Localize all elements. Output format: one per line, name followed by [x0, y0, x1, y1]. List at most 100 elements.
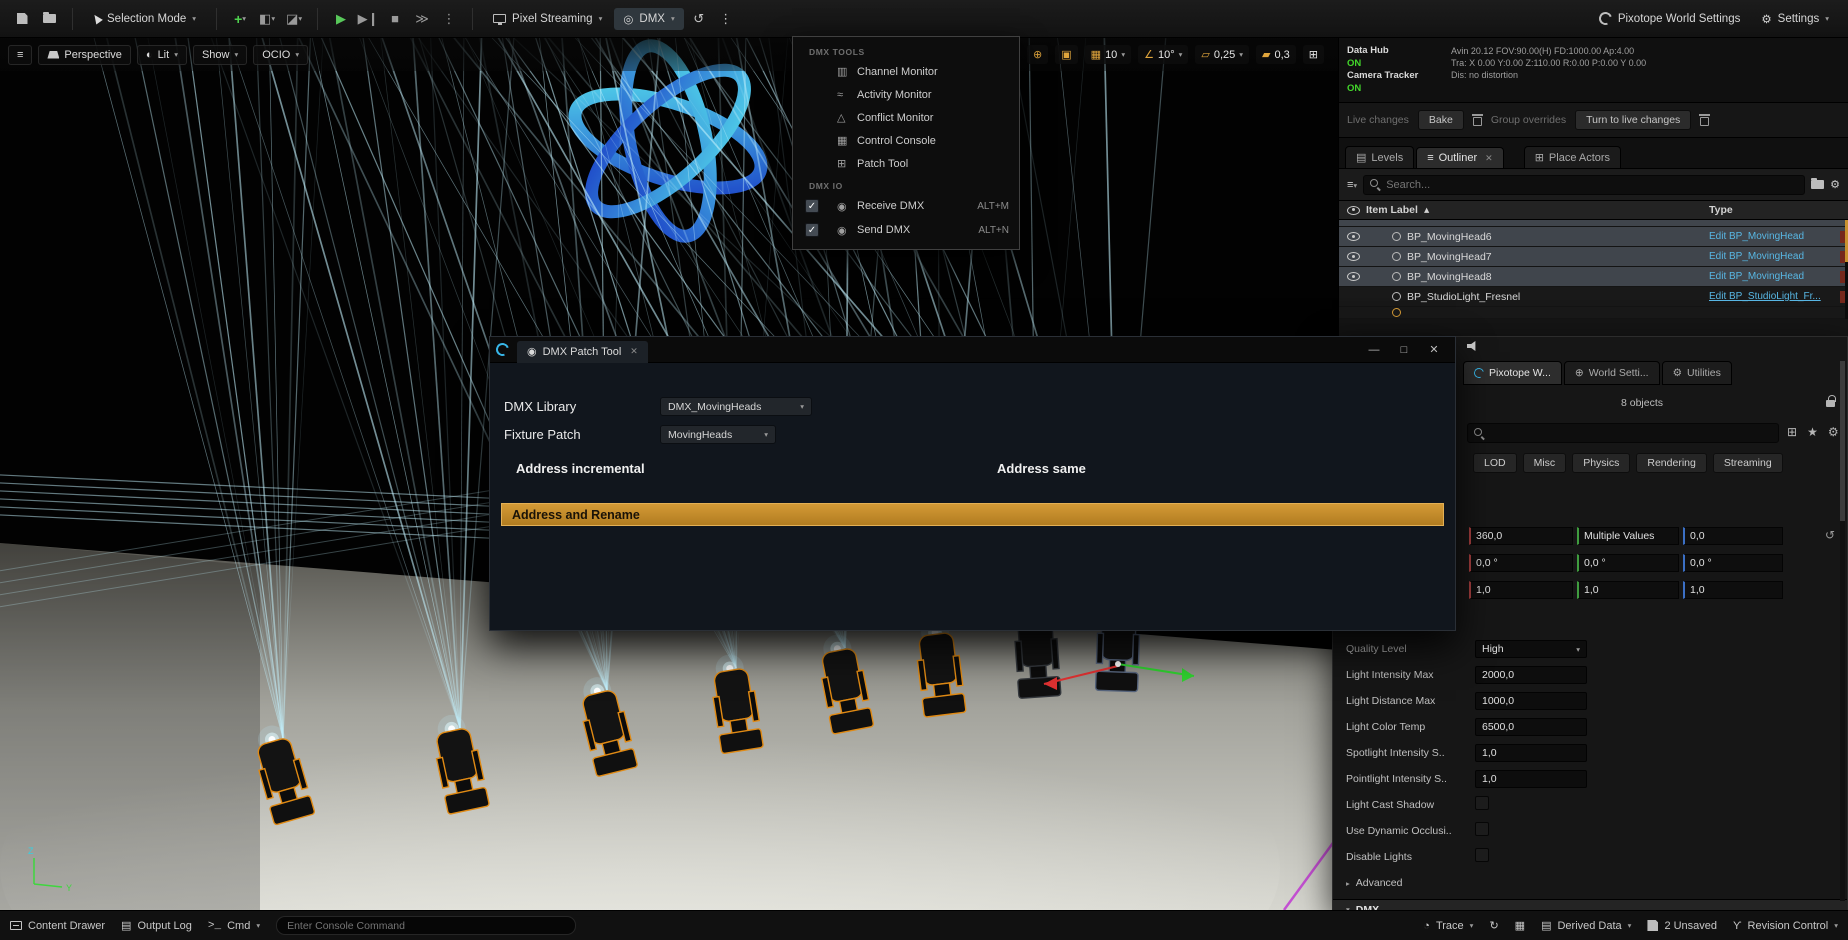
send-dmx-checkbox[interactable]: [805, 223, 819, 237]
rotation-z-field[interactable]: 0,0 °: [1683, 554, 1783, 572]
category-misc[interactable]: Misc: [1523, 453, 1567, 473]
toolbar-overflow-icon[interactable]: ⋮: [714, 6, 738, 32]
details-settings-icon[interactable]: ⚙: [1828, 425, 1839, 439]
type-column[interactable]: Type: [1709, 204, 1733, 216]
address-incremental-header[interactable]: Address incremental: [516, 461, 645, 476]
scale-z-field[interactable]: 1,0: [1683, 581, 1783, 599]
tab-outliner[interactable]: ≡ Outliner ✕: [1416, 147, 1504, 168]
category-streaming[interactable]: Streaming: [1713, 453, 1783, 473]
menu-item-conflict-monitor[interactable]: △ Conflict Monitor: [793, 106, 1019, 129]
save-icon[interactable]: [10, 6, 34, 32]
lit-mode-button[interactable]: ◐ Lit ▾: [137, 45, 187, 65]
rotation-x-field[interactable]: 0,0 °: [1469, 554, 1573, 572]
table-row-partial[interactable]: [1339, 307, 1848, 319]
close-icon[interactable]: ✕: [1485, 153, 1493, 164]
table-row[interactable]: BP_MovingHead8 Edit BP_MovingHead: [1339, 267, 1848, 287]
eye-icon[interactable]: [1347, 252, 1360, 261]
quality-level-dropdown[interactable]: High ▾: [1475, 640, 1587, 658]
filter-icon[interactable]: ≡▾: [1347, 179, 1357, 191]
maximize-button[interactable]: □: [1389, 339, 1419, 361]
reset-transform-icon[interactable]: ↺: [1825, 528, 1835, 542]
details-scrollbar[interactable]: [1840, 361, 1845, 901]
trace-button[interactable]: ◔ Trace ▾: [1423, 920, 1473, 932]
revision-control-button[interactable]: ϒ Revision Control ▾: [1733, 920, 1838, 932]
menu-item-control-console[interactable]: ▦ Control Console: [793, 129, 1019, 152]
stop-button[interactable]: ■: [383, 6, 407, 32]
light-color-temp-field[interactable]: 6500,0: [1475, 718, 1587, 736]
table-row[interactable]: BP_MovingHead7 Edit BP_MovingHead: [1339, 247, 1848, 267]
perspective-button[interactable]: Perspective: [38, 45, 130, 65]
actor-type-link[interactable]: Edit BP_StudioLight_Fr...: [1709, 291, 1821, 302]
light-cast-shadow-checkbox[interactable]: [1475, 796, 1489, 810]
surface-snap-button[interactable]: ▣: [1055, 45, 1077, 64]
fixture-patch-dropdown[interactable]: MovingHeads ▾: [660, 425, 776, 444]
pointlight-intensity-field[interactable]: 1,0: [1475, 770, 1587, 788]
location-x-field[interactable]: 360,0: [1469, 527, 1573, 545]
eye-icon[interactable]: [1347, 272, 1360, 281]
trash-icon[interactable]: [1473, 114, 1482, 126]
pixotope-world-settings-button[interactable]: Pixotope World Settings: [1590, 8, 1750, 29]
grid-snap-button[interactable]: ▦ 10 ▾: [1085, 45, 1131, 64]
lock-icon[interactable]: [1826, 395, 1835, 407]
spotlight-intensity-field[interactable]: 1,0: [1475, 744, 1587, 762]
maximize-viewport-button[interactable]: ⊞: [1303, 45, 1324, 64]
blueprints-button[interactable]: ◧▾: [255, 6, 279, 32]
visibility-column-icon[interactable]: [1347, 206, 1360, 215]
patch-tool-tab[interactable]: ◉ DMX Patch Tool ✕: [517, 341, 648, 363]
tab-pixotope-world[interactable]: Pixotope W...: [1463, 361, 1562, 385]
category-physics[interactable]: Physics: [1572, 453, 1630, 473]
rotation-y-field[interactable]: 0,0 °: [1577, 554, 1679, 572]
content-browser-icon[interactable]: [37, 6, 61, 32]
dmx-button[interactable]: ◎ DMX ▾: [614, 8, 683, 30]
minimize-button[interactable]: —: [1359, 339, 1389, 361]
menu-item-send-dmx[interactable]: ◉ Send DMX ALT+N: [793, 218, 1019, 242]
outliner-settings-icon[interactable]: ⚙: [1830, 178, 1840, 191]
settings-button[interactable]: ⚙ Settings ▾: [1752, 8, 1838, 30]
dynamic-occlusion-checkbox[interactable]: [1475, 822, 1489, 836]
item-label-column[interactable]: Item Label: [1366, 204, 1418, 216]
cinematics-button[interactable]: ◪▾: [282, 6, 306, 32]
scale-snap-button[interactable]: ▱ 0,25 ▾: [1195, 45, 1249, 64]
receive-dmx-checkbox[interactable]: [805, 199, 819, 213]
tab-world-settings[interactable]: ⊕ World Setti...: [1564, 361, 1660, 385]
menu-item-channel-monitor[interactable]: ▥ Channel Monitor: [793, 60, 1019, 83]
outliner-search-box[interactable]: [1363, 175, 1805, 195]
menu-item-patch-tool[interactable]: ⊞ Patch Tool: [793, 152, 1019, 175]
light-distance-max-field[interactable]: 1000,0: [1475, 692, 1587, 710]
world-local-toggle[interactable]: ⊕: [1027, 45, 1048, 64]
frame-skip-button[interactable]: ▶❙: [356, 6, 380, 32]
menu-item-activity-monitor[interactable]: ≈ Activity Monitor: [793, 83, 1019, 106]
address-and-rename-row[interactable]: Address and Rename: [501, 503, 1444, 526]
patch-window-titlebar[interactable]: ◉ DMX Patch Tool ✕ — □ ✕: [490, 337, 1455, 363]
close-icon[interactable]: ✕: [630, 346, 638, 357]
location-z-field[interactable]: 0,0: [1683, 527, 1783, 545]
advanced-expander[interactable]: ▸ Advanced: [1346, 877, 1402, 889]
actor-type-link[interactable]: Edit BP_MovingHead: [1709, 231, 1804, 242]
table-row[interactable]: BP_StudioLight_Fresnel Edit BP_StudioLig…: [1339, 287, 1848, 307]
location-y-field[interactable]: Multiple Values: [1577, 527, 1679, 545]
output-log-button[interactable]: ▤ Output Log: [121, 919, 192, 932]
trash-icon[interactable]: [1700, 114, 1709, 126]
details-search-box[interactable]: [1467, 423, 1779, 443]
history-icon[interactable]: ↺: [687, 6, 711, 32]
scale-y-field[interactable]: 1,0: [1577, 581, 1679, 599]
play-button[interactable]: ▶: [329, 6, 353, 32]
unsaved-button[interactable]: 2 Unsaved: [1647, 920, 1717, 932]
content-drawer-button[interactable]: Content Drawer: [10, 920, 105, 932]
camera-speed-button[interactable]: ▰ 0,3: [1256, 45, 1296, 64]
tab-utilities[interactable]: ⚙ Utilities: [1662, 361, 1732, 385]
table-row[interactable]: BP_MovingHead6 Edit BP_MovingHead: [1339, 227, 1848, 247]
grid-view-icon[interactable]: ⊞: [1787, 425, 1797, 439]
show-flags-button[interactable]: Show ▾: [193, 45, 247, 65]
outliner-search-input[interactable]: [1386, 179, 1798, 191]
play-options-icon[interactable]: ⋮: [437, 6, 461, 32]
disable-lights-checkbox[interactable]: [1475, 848, 1489, 862]
menu-item-receive-dmx[interactable]: ◉ Receive DMX ALT+M: [793, 194, 1019, 218]
new-folder-icon[interactable]: [1811, 180, 1824, 189]
pixel-streaming-button[interactable]: Pixel Streaming ▾: [484, 9, 611, 29]
light-intensity-max-field[interactable]: 2000,0: [1475, 666, 1587, 684]
category-rendering[interactable]: Rendering: [1636, 453, 1706, 473]
details-search-input[interactable]: [1485, 427, 1772, 439]
refresh-icon[interactable]: ↻: [1489, 919, 1498, 932]
table-row-partial[interactable]: [1339, 220, 1848, 227]
